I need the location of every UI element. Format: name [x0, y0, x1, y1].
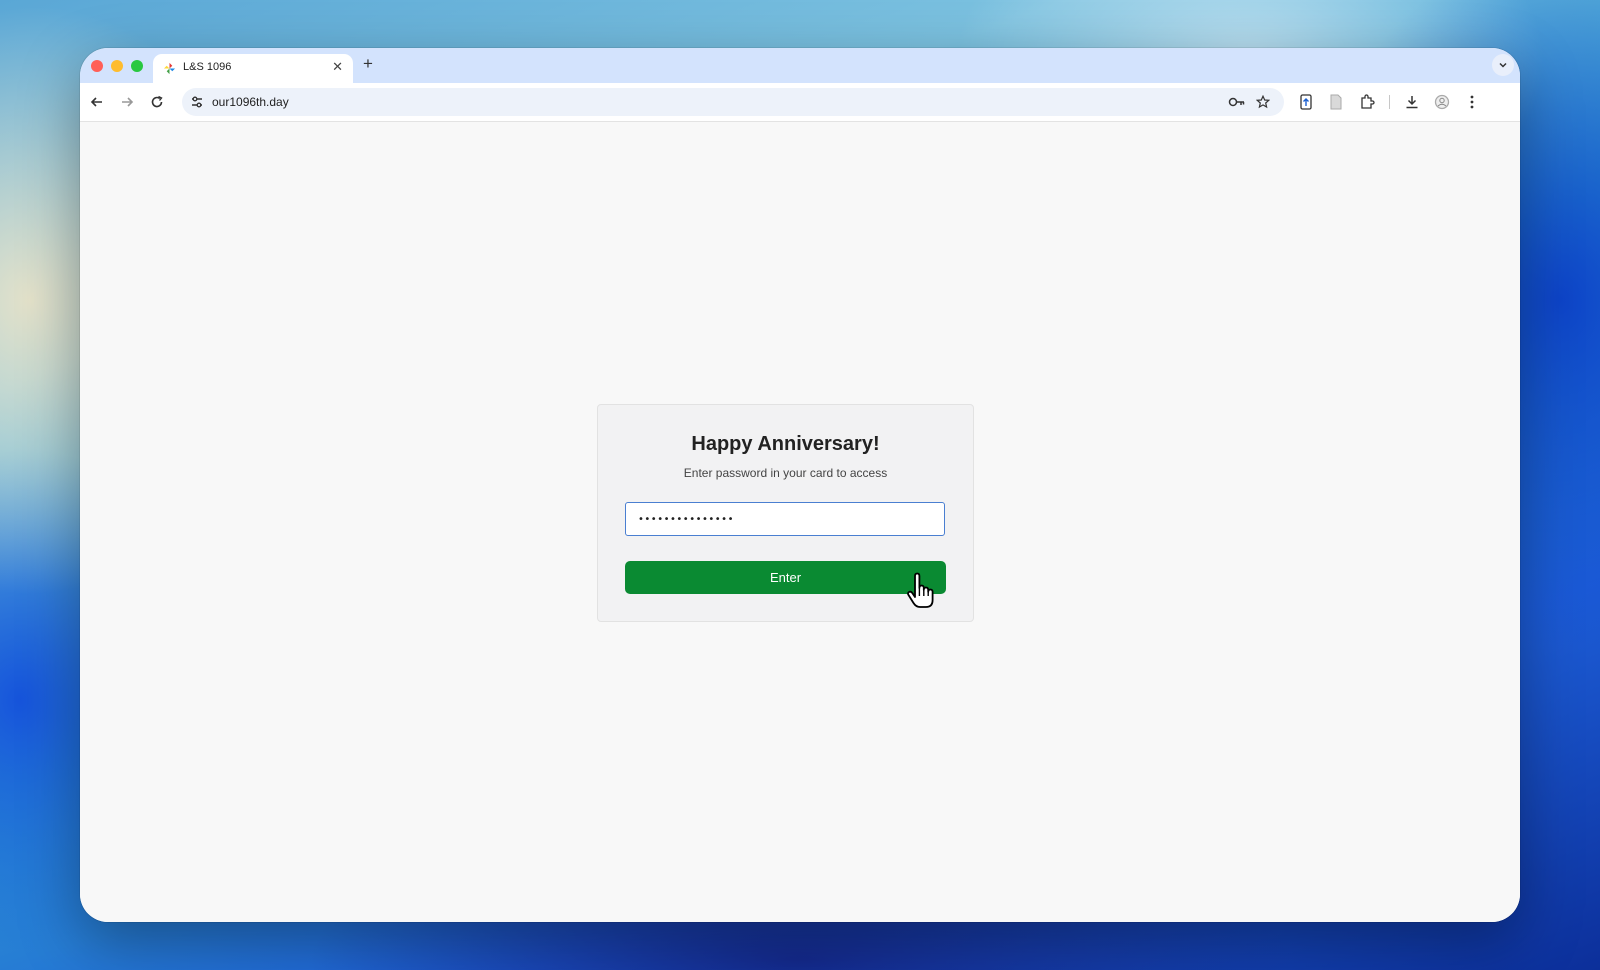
profile-button[interactable] [1434, 94, 1450, 110]
page-title: Happy Anniversary! [691, 433, 880, 455]
forward-icon [122, 97, 134, 107]
back-icon [90, 97, 102, 107]
pinwheel-favicon-icon [163, 62, 176, 75]
url-text: our1096th.day [212, 95, 289, 109]
enter-button[interactable]: Enter [625, 561, 946, 594]
active-tab[interactable]: L&S 1096 ✕ [153, 54, 353, 83]
profile-icon [1434, 94, 1450, 110]
extension-upload-button[interactable] [1298, 94, 1314, 110]
minimize-window-button[interactable] [111, 60, 123, 72]
address-bar[interactable]: our1096th.day [182, 88, 1284, 116]
password-key-icon[interactable] [1228, 96, 1246, 108]
tab-title: L&S 1096 [183, 61, 232, 73]
chevron-down-icon [1499, 62, 1507, 68]
maximize-window-button[interactable] [131, 60, 143, 72]
browser-toolbar: our1096th.day [80, 83, 1520, 122]
menu-button[interactable] [1464, 94, 1480, 110]
reader-document-icon [1330, 94, 1342, 110]
menu-more-icon [1470, 95, 1474, 109]
toolbar-divider [1389, 95, 1390, 109]
tab-search-button[interactable] [1492, 54, 1514, 76]
site-settings-icon[interactable] [190, 95, 204, 109]
downloads-button[interactable] [1404, 94, 1420, 110]
new-tab-button[interactable]: + [363, 54, 373, 74]
bookmark-star-icon[interactable] [1256, 95, 1270, 109]
back-button[interactable] [88, 93, 106, 111]
page-content: Happy Anniversary! Enter password in you… [80, 122, 1520, 922]
download-icon [1406, 96, 1418, 109]
reload-icon [151, 95, 163, 108]
extensions-button[interactable] [1359, 94, 1375, 110]
forward-button[interactable] [118, 93, 136, 111]
tab-close-icon[interactable]: ✕ [332, 59, 343, 75]
extension-upload-icon [1300, 94, 1312, 110]
close-window-button[interactable] [91, 60, 103, 72]
extensions-puzzle-icon [1361, 94, 1375, 109]
password-input[interactable] [625, 502, 945, 536]
reload-button[interactable] [148, 93, 166, 111]
hand-pointer-cursor-icon [907, 572, 934, 608]
browser-window: L&S 1096 ✕ + our1096th.day Happy Anniver… [80, 48, 1520, 922]
page-subtitle: Enter password in your card to access [683, 466, 888, 480]
tab-strip: L&S 1096 ✕ + [80, 48, 1520, 83]
reader-document-button[interactable] [1328, 94, 1344, 110]
